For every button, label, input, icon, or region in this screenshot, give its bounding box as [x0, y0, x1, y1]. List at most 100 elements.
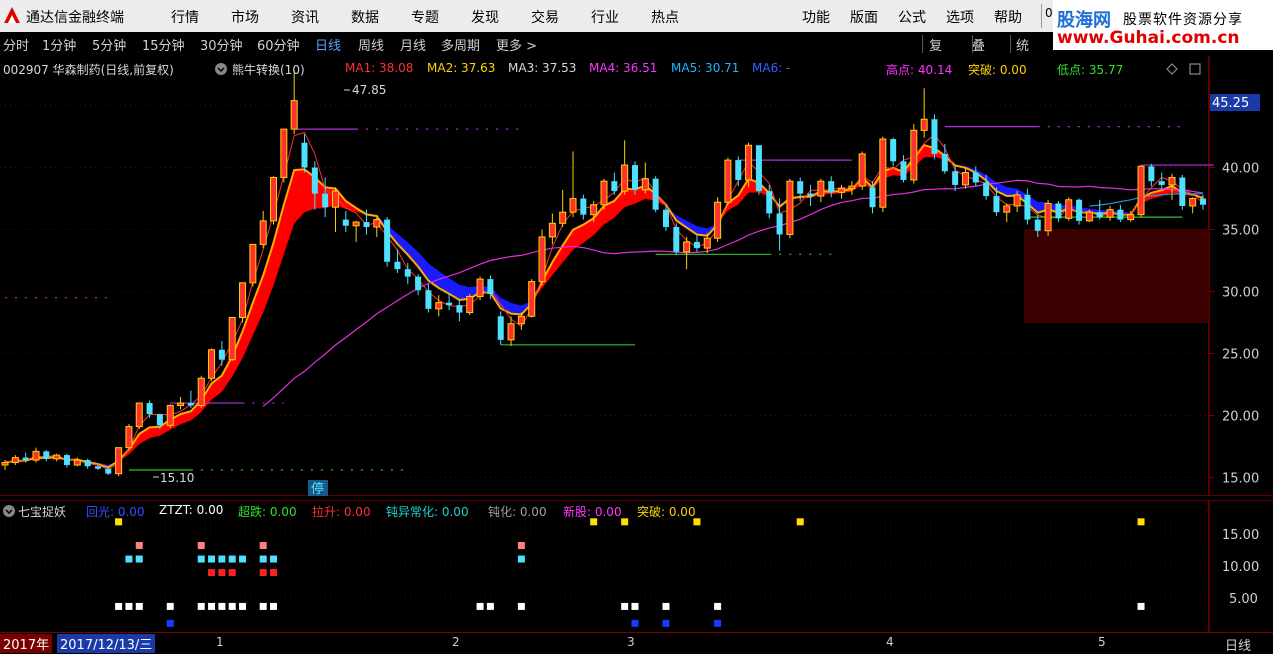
- ind-mark-yellow: [1137, 518, 1145, 526]
- price-tick-label: 30.00: [1222, 285, 1259, 300]
- candle-up: [683, 241, 691, 253]
- candle-down: [1117, 209, 1124, 220]
- menu-gongneng[interactable]: 功能: [802, 7, 830, 27]
- period-more[interactable]: 更多 >: [496, 35, 537, 54]
- candle-up: [466, 295, 474, 314]
- ind-dropdown-icon[interactable]: [2, 504, 16, 518]
- menu-zixun[interactable]: 资讯: [291, 7, 319, 27]
- candle-down: [869, 187, 876, 208]
- candle-up: [115, 447, 123, 475]
- ind-mark-white: [228, 602, 236, 610]
- candle-up: [559, 211, 567, 224]
- menu-faxian[interactable]: 发现: [471, 7, 499, 27]
- candle-down: [807, 193, 814, 197]
- diamond-icon[interactable]: [1166, 63, 1178, 75]
- ma2-label: MA2: 37.63: [427, 61, 496, 75]
- candle-up: [259, 220, 267, 245]
- ind-mark-cyan: [270, 555, 278, 563]
- menu-banmian[interactable]: 版面: [850, 7, 878, 27]
- ind-mark-white: [631, 602, 639, 610]
- period-5min[interactable]: 5分钟: [92, 35, 126, 54]
- candle-down: [22, 457, 29, 461]
- bottom-period-label[interactable]: 日线: [1225, 635, 1251, 654]
- ind-mark-cyan: [228, 555, 236, 563]
- breakout-label: 突破: 0.00: [968, 63, 1027, 77]
- menu-zhuanti[interactable]: 专题: [411, 7, 439, 27]
- candle-down: [693, 241, 700, 249]
- period-60min[interactable]: 60分钟: [257, 35, 300, 54]
- period-30min[interactable]: 30分钟: [200, 35, 243, 54]
- ind-mark-cyan: [218, 555, 226, 563]
- period-15min[interactable]: 15分钟: [142, 35, 185, 54]
- expand-icon[interactable]: [1189, 63, 1201, 75]
- candle-up: [352, 221, 360, 227]
- ind-mark-white: [270, 602, 278, 610]
- candle-up: [858, 153, 866, 187]
- app-logo-icon: [4, 7, 20, 23]
- indicator-dropdown-icon[interactable]: [214, 62, 228, 76]
- period-multi[interactable]: 多周期: [441, 35, 480, 54]
- candle-up: [548, 222, 556, 238]
- indicator-name[interactable]: 熊牛转换(10): [232, 61, 305, 78]
- menu-redian[interactable]: 热点: [651, 7, 679, 27]
- ind-mark-red: [208, 569, 216, 577]
- menu-shuju[interactable]: 数据: [351, 7, 379, 27]
- candle-up: [621, 164, 629, 192]
- price-chart[interactable]: 45.0040.0035.0030.0025.0020.0015.00 45.2…: [0, 56, 1273, 496]
- ind-mark-white: [714, 602, 722, 610]
- candle-down: [311, 167, 318, 194]
- candle-down: [952, 171, 959, 185]
- period-weekly[interactable]: 周线: [358, 35, 384, 54]
- candle-down: [394, 261, 401, 270]
- menu-jiaoyi[interactable]: 交易: [531, 7, 559, 27]
- candle-up: [32, 450, 40, 461]
- ind-mark-white: [166, 602, 174, 610]
- candle-up: [1085, 211, 1093, 222]
- ind-mark-red: [218, 569, 226, 577]
- candle-up: [228, 317, 236, 361]
- candle-up: [11, 457, 19, 464]
- ma3-label: MA3: 37.53: [508, 61, 577, 75]
- period-daily[interactable]: 日线: [315, 35, 341, 54]
- ind-axis-15: 15.00: [1222, 528, 1259, 543]
- candle-down: [972, 172, 979, 183]
- candle-down: [363, 222, 370, 228]
- candle-up: [641, 178, 649, 191]
- candle-up: [1, 462, 9, 466]
- candle-up: [280, 128, 288, 178]
- candle-down: [322, 193, 329, 208]
- menu-gongshi[interactable]: 公式: [898, 7, 926, 27]
- candle-up: [590, 204, 598, 216]
- ma6-label: MA6: -: [752, 61, 791, 75]
- candle-up: [703, 237, 711, 249]
- candle-down: [1076, 199, 1083, 221]
- ma5-label: MA5: 30.71: [671, 61, 740, 75]
- period-1min[interactable]: 1分钟: [42, 35, 76, 54]
- app-title: 通达信金融终端: [26, 10, 124, 26]
- menu-hangye[interactable]: 行业: [591, 7, 619, 27]
- candle-up: [714, 201, 722, 239]
- candle-up: [435, 302, 443, 310]
- ad-slogan: 股票软件资源分享: [1123, 12, 1243, 28]
- candle-up: [53, 454, 61, 460]
- ad-banner[interactable]: 股海网 股票软件资源分享 www.Guhai.com.cn: [1053, 0, 1273, 50]
- month-tick-1: 1: [216, 635, 224, 649]
- ind-mark-red: [270, 569, 278, 577]
- month-tick-3: 3: [627, 635, 635, 649]
- candle-up: [1003, 205, 1011, 213]
- candle-down: [105, 468, 112, 474]
- price-tick-label: 15.00: [1222, 471, 1259, 486]
- menu-xuanxiang[interactable]: 选项: [946, 7, 974, 27]
- period-fenshi[interactable]: 分时: [3, 35, 29, 54]
- menu-hangqing[interactable]: 行情: [171, 7, 199, 27]
- low-annotation: 15.10: [160, 471, 194, 485]
- ad-url: www.Guhai.com.cn: [1057, 28, 1240, 48]
- candle-down: [983, 182, 990, 197]
- candle-down: [43, 451, 50, 459]
- period-monthly[interactable]: 月线: [400, 35, 426, 54]
- candle-up: [1168, 176, 1176, 186]
- menu-bangzhu[interactable]: 帮助: [994, 7, 1022, 27]
- ind-name[interactable]: 七宝捉妖: [18, 503, 66, 520]
- candle-up: [507, 323, 515, 341]
- menu-shichang[interactable]: 市场: [231, 7, 259, 27]
